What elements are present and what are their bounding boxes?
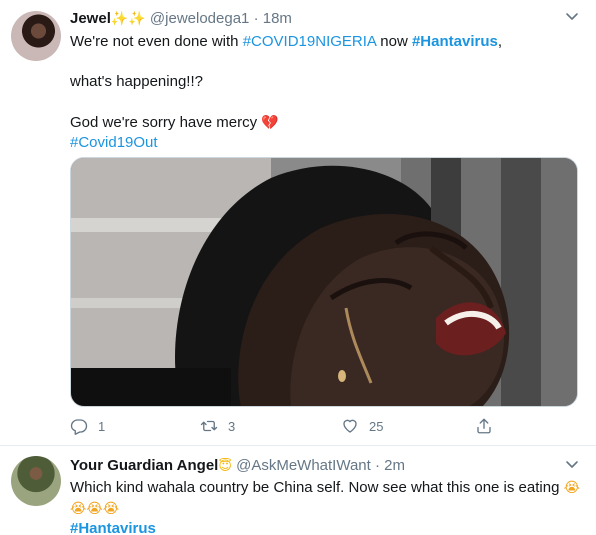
tweet-text-segment: Which kind wahala country be China self.… [70,479,560,496]
timestamp[interactable]: 18m [263,10,292,27]
tweet-image[interactable] [70,157,578,407]
tweet-text-segment: We're not even done with [70,33,243,50]
tweet-text-segment: now [376,33,412,50]
reply-button[interactable]: 1 [70,414,105,438]
reply-count: 1 [98,418,106,434]
retweet-button[interactable]: 3 [200,414,235,438]
avatar[interactable] [11,11,61,61]
sparkle-emoji: ✨✨ [110,10,146,26]
chevron-down-icon[interactable] [562,456,582,476]
crying-woman-photo [71,158,577,406]
hashtag-link[interactable]: #Hantavirus [70,520,156,535]
hashtag-link[interactable]: #Hantavirus [412,33,498,50]
like-button[interactable]: 25 [341,414,383,438]
share-button[interactable] [475,414,503,438]
hashtag-link[interactable]: #COVID19NIGERIA [243,33,376,50]
display-name[interactable]: Jewel [70,10,111,27]
chevron-down-icon[interactable] [562,8,582,28]
tweet-header: Jewel✨✨ @jewelodega1 · 18m [70,8,292,29]
tweet-actions: 1 3 25 [70,414,500,438]
share-icon [477,418,491,434]
user-handle[interactable]: @AskMeWhatIWant [236,457,371,474]
sob-emoji-row: 😭😭😭 [70,500,120,516]
angel-emoji: 😇 [218,458,232,473]
sob-emoji: 😭 [563,479,580,495]
tweet-text: We're not even done with #COVID19NIGERIA… [70,32,580,153]
timestamp[interactable]: 2m [384,457,405,474]
like-count: 25 [369,418,384,434]
separator-dot: · [374,457,380,474]
heart-icon [343,419,357,433]
user-handle[interactable]: @jewelodega1 [150,10,249,27]
tweet-text-segment: God we're sorry have mercy [70,114,258,131]
avatar[interactable] [11,456,61,506]
separator-dot: · [253,10,259,27]
reply-icon [70,419,88,435]
tweet-card[interactable]: Jewel✨✨ @jewelodega1 · 18m We're not eve… [0,0,596,446]
tweet-header: Your Guardian Angel😇 @AskMeWhatIWant · 2… [70,456,405,476]
tweet-text-line: what's happening!!? [70,73,203,90]
tweet-text: Which kind wahala country be China self.… [70,477,580,535]
broken-heart-emoji: 💔 [261,114,279,130]
display-name[interactable]: Your Guardian Angel [70,457,218,474]
tweet-text-segment: , [497,33,502,50]
hashtag-link[interactable]: #Covid19Out [70,134,158,151]
retweet-icon [200,420,218,432]
retweet-count: 3 [228,418,236,434]
